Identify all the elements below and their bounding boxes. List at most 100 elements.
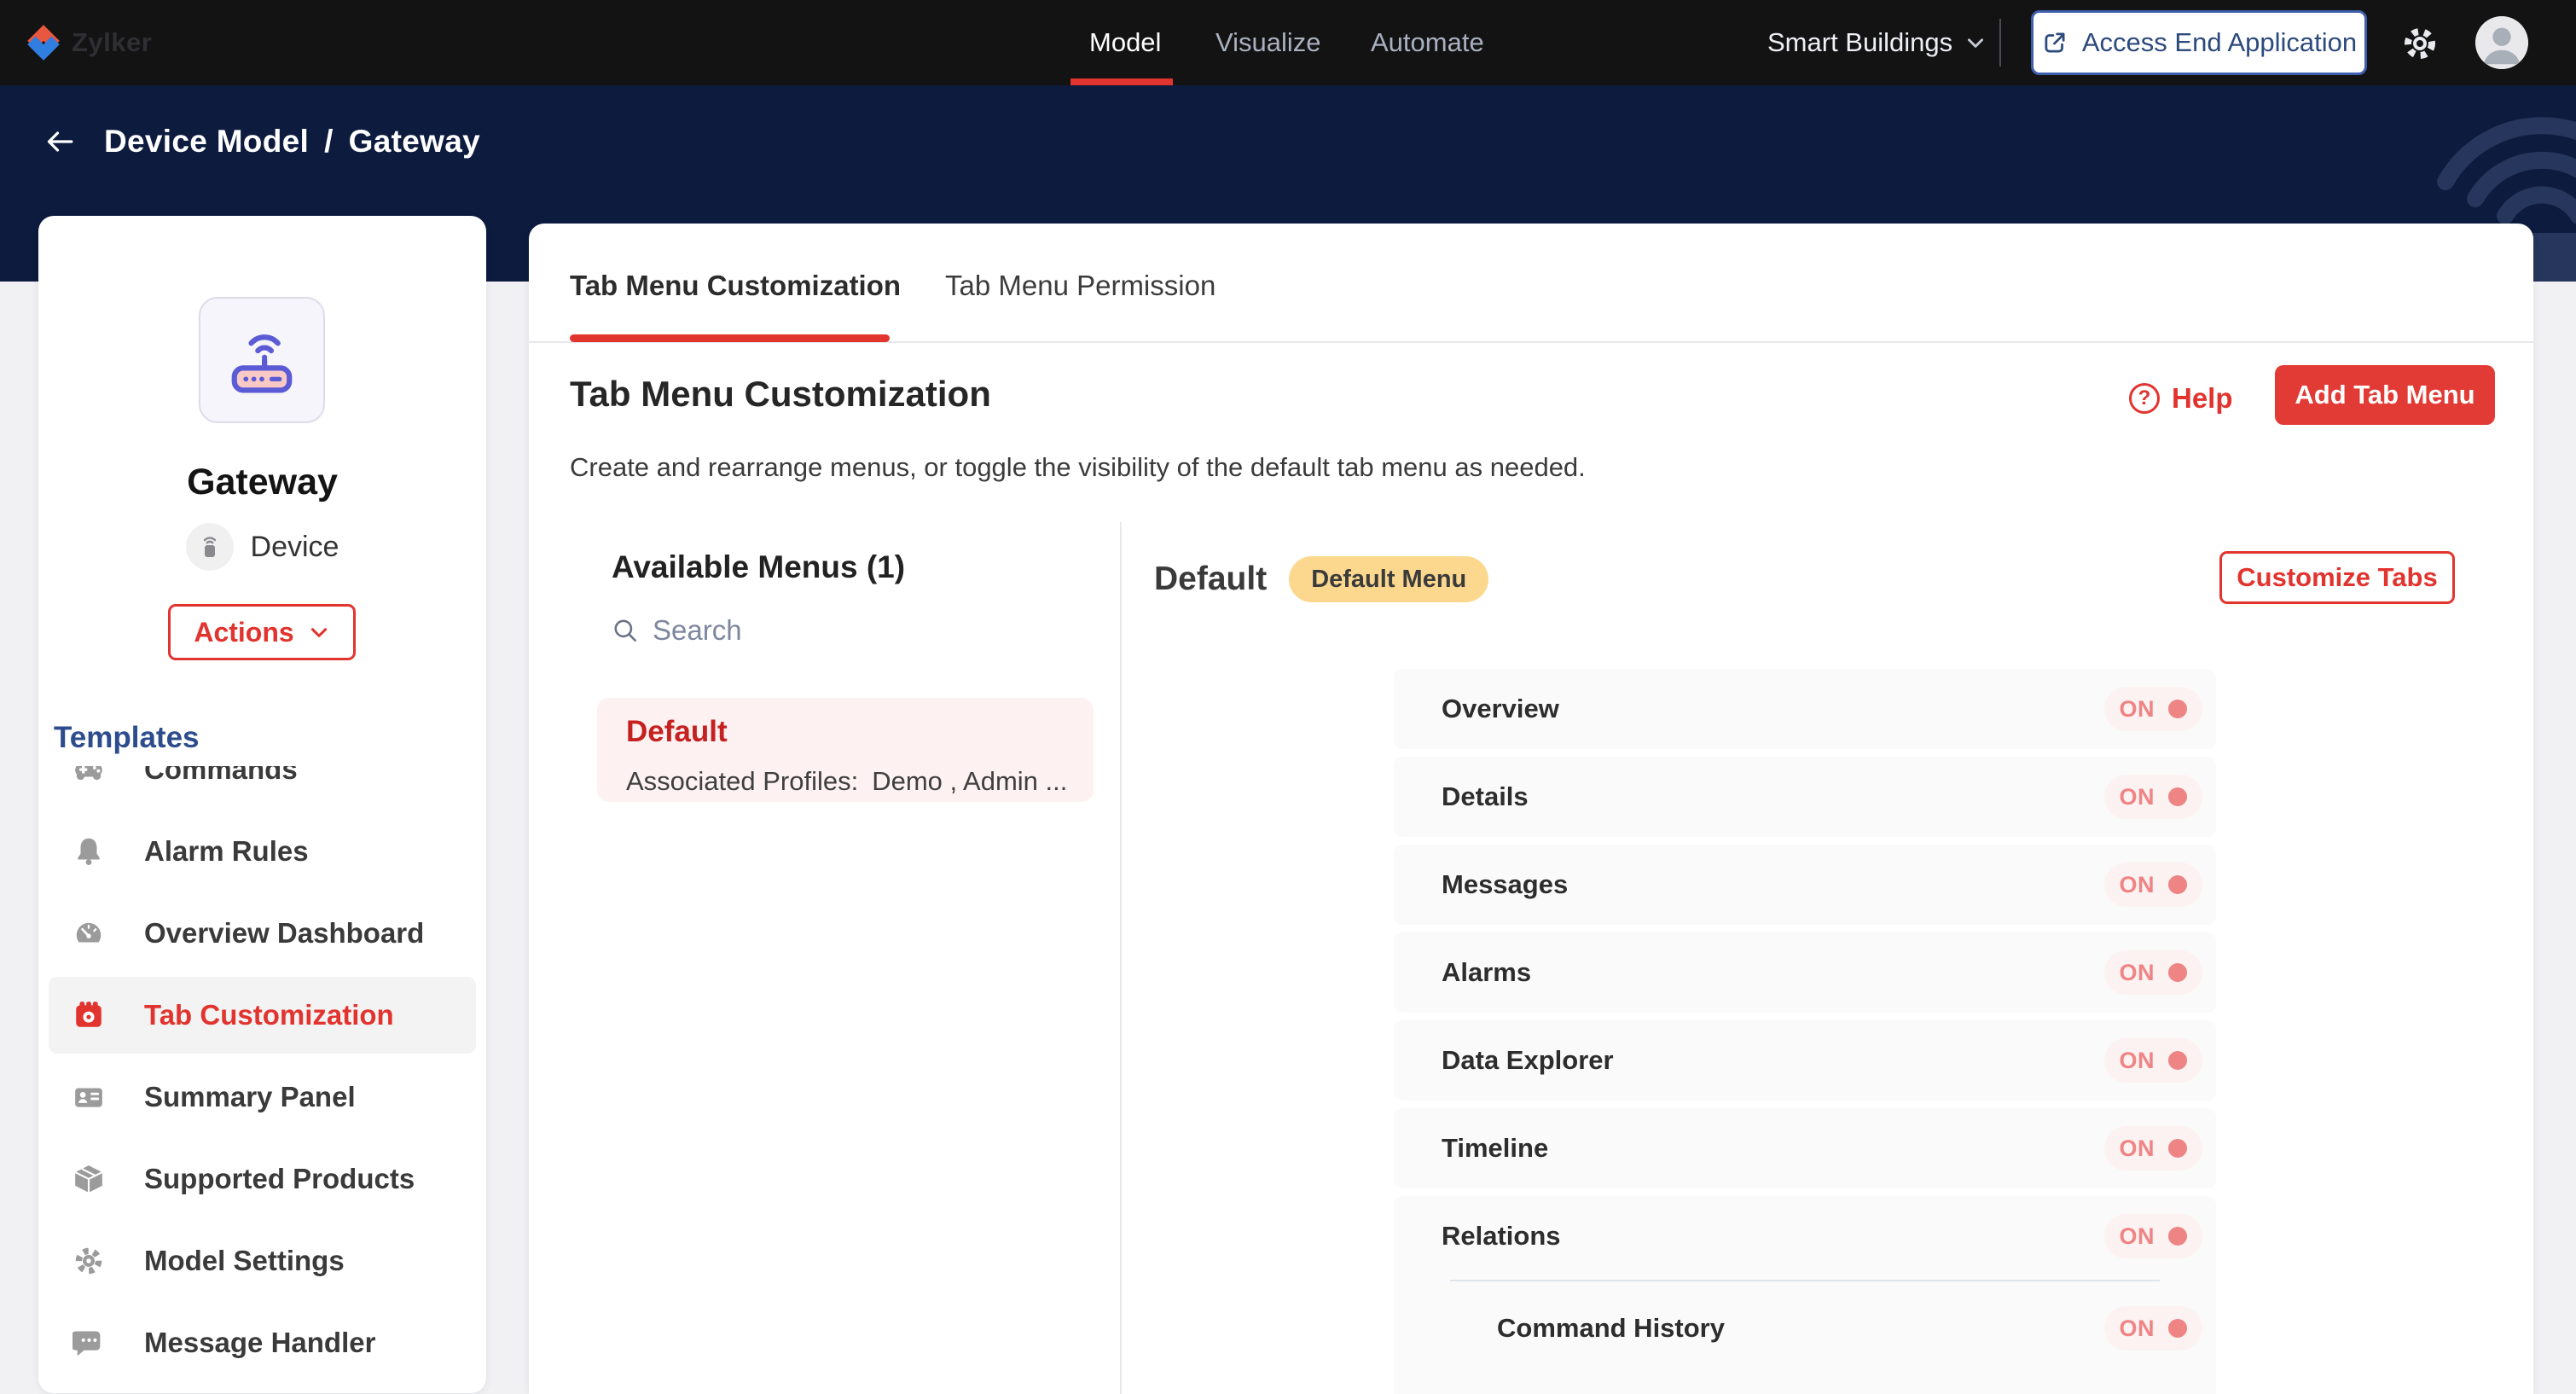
detail-menu-title: Default bbox=[1154, 561, 1267, 598]
model-sidebar-panel: Gateway Device Actions Templates bbox=[38, 216, 486, 1393]
tab-row-overview[interactable]: Overview ON bbox=[1394, 669, 2216, 749]
bell-icon bbox=[73, 835, 105, 868]
model-type-label: Device bbox=[251, 531, 339, 564]
tab-menu-permission-tab[interactable]: Tab Menu Permission bbox=[945, 270, 1215, 302]
help-label: Help bbox=[2172, 382, 2233, 415]
sidebar-item-alarm-rules[interactable]: Alarm Rules bbox=[49, 813, 476, 890]
search-input[interactable] bbox=[653, 614, 977, 647]
tab-row-messages[interactable]: Messages ON bbox=[1394, 845, 2216, 925]
zylker-logo-icon bbox=[24, 23, 63, 62]
visibility-toggle[interactable]: ON bbox=[2104, 950, 2203, 995]
visibility-toggle[interactable]: ON bbox=[2104, 1126, 2203, 1170]
visibility-toggle[interactable]: ON bbox=[2104, 1306, 2203, 1350]
toggle-knob bbox=[2168, 1227, 2187, 1246]
chevron-down-icon bbox=[308, 621, 330, 643]
default-menu-badge: Default Menu bbox=[1289, 556, 1488, 602]
tab-row-relations-group: Relations ON Command History ON bbox=[1394, 1196, 2216, 1394]
relations-child-divider bbox=[1450, 1280, 2160, 1281]
detail-title-row: Default Default Menu bbox=[1154, 556, 1488, 602]
toggle-knob bbox=[2168, 875, 2187, 894]
visibility-toggle[interactable]: ON bbox=[2104, 1038, 2203, 1083]
chat-bubble-icon bbox=[73, 1327, 105, 1359]
panel-divider bbox=[1120, 522, 1122, 1394]
chevron-down-icon bbox=[1964, 32, 1987, 54]
settings-gear-icon[interactable] bbox=[2399, 22, 2441, 65]
topbar-divider bbox=[1999, 19, 2001, 67]
external-link-icon bbox=[2041, 29, 2068, 56]
menu-list-item-default[interactable]: Default Associated Profiles: Demo , Admi… bbox=[597, 698, 1094, 802]
toggle-knob bbox=[2168, 963, 2187, 982]
breadcrumb-segment-device-model[interactable]: Device Model bbox=[104, 124, 309, 160]
search-icon bbox=[612, 617, 639, 644]
tab-customization-icon bbox=[73, 999, 105, 1031]
tab-menu-customization-tab[interactable]: Tab Menu Customization bbox=[570, 270, 901, 302]
gear-icon bbox=[73, 1245, 105, 1277]
profiles-label: Associated Profiles: bbox=[626, 766, 858, 797]
breadcrumb-segment-gateway: Gateway bbox=[349, 124, 480, 160]
package-icon bbox=[73, 1163, 105, 1195]
profiles-value: Demo , Admin ... bbox=[872, 766, 1067, 797]
user-avatar[interactable] bbox=[2475, 16, 2528, 69]
toggle-knob bbox=[2168, 1139, 2187, 1158]
sidebar-item-tab-customization[interactable]: Tab Customization bbox=[49, 977, 476, 1054]
section-description: Create and rearrange menus, or toggle th… bbox=[570, 452, 1586, 483]
visibility-toggle[interactable]: ON bbox=[2104, 863, 2203, 907]
menu-associated-profiles: Associated Profiles: Demo , Admin ... bbox=[626, 766, 1094, 797]
tab-row-data-explorer[interactable]: Data Explorer ON bbox=[1394, 1020, 2216, 1101]
visibility-toggle[interactable]: ON bbox=[2104, 687, 2203, 731]
available-menus-heading: Available Menus (1) bbox=[612, 549, 905, 585]
visibility-toggle[interactable]: ON bbox=[2104, 775, 2203, 819]
tab-customization-panel: Tab Menu Customization Tab Menu Permissi… bbox=[529, 224, 2533, 1394]
active-nav-underline bbox=[1070, 78, 1173, 85]
tab-row-details[interactable]: Details ON bbox=[1394, 757, 2216, 837]
tab-menu-rows: Overview ON Details ON Messages ON Alarm… bbox=[1394, 669, 2216, 1394]
add-tab-menu-button[interactable]: Add Tab Menu bbox=[2275, 365, 2495, 425]
main-tabs-row: Tab Menu Customization Tab Menu Permissi… bbox=[529, 224, 2533, 343]
sidebar-item-message-handler[interactable]: Message Handler bbox=[49, 1304, 476, 1381]
gauge-icon bbox=[73, 917, 105, 950]
toggle-knob bbox=[2168, 1319, 2187, 1338]
visibility-toggle[interactable]: ON bbox=[2104, 1214, 2203, 1258]
model-type-row: Device bbox=[38, 523, 486, 571]
nav-tab-visualize[interactable]: Visualize bbox=[1215, 0, 1321, 85]
actions-label: Actions bbox=[194, 617, 293, 648]
model-name: Gateway bbox=[38, 462, 486, 503]
breadcrumb-separator: / bbox=[324, 124, 334, 160]
tab-row-timeline[interactable]: Timeline ON bbox=[1394, 1108, 2216, 1188]
sidebar-item-supported-products[interactable]: Supported Products bbox=[49, 1141, 476, 1217]
toggle-knob bbox=[2168, 787, 2187, 806]
templates-menu-list: Commands Alarm Rules Over bbox=[38, 766, 486, 1393]
active-tab-underline bbox=[570, 334, 890, 342]
back-arrow-button[interactable] bbox=[41, 123, 78, 160]
customize-tabs-button[interactable]: Customize Tabs bbox=[2219, 551, 2455, 604]
tab-row-command-history[interactable]: Command History ON bbox=[1394, 1288, 2216, 1368]
sidebar-item-summary-panel[interactable]: Summary Panel bbox=[49, 1059, 476, 1136]
top-app-bar: Zylker Model Visualize Automate Smart Bu… bbox=[0, 0, 2576, 85]
nav-tab-automate[interactable]: Automate bbox=[1371, 0, 1484, 85]
templates-heading: Templates bbox=[54, 721, 200, 755]
org-selector-dropdown[interactable]: Smart Buildings bbox=[1767, 0, 1987, 85]
help-link[interactable]: ? Help bbox=[2129, 382, 2233, 415]
menu-name: Default bbox=[626, 715, 1094, 749]
help-icon: ? bbox=[2129, 383, 2160, 414]
sidebar-item-overview-dashboard[interactable]: Overview Dashboard bbox=[49, 895, 476, 972]
model-image-tile bbox=[199, 297, 325, 423]
app-logo[interactable]: Zylker bbox=[24, 0, 152, 85]
tab-row-relations[interactable]: Relations ON bbox=[1394, 1196, 2216, 1276]
access-end-application-label: Access End Application bbox=[2082, 27, 2357, 58]
breadcrumb: Device Model / Gateway bbox=[41, 123, 480, 160]
gamepad-icon bbox=[73, 766, 105, 786]
sidebar-item-model-settings[interactable]: Model Settings bbox=[49, 1223, 476, 1299]
app-logo-text: Zylker bbox=[72, 27, 152, 58]
access-end-application-button[interactable]: Access End Application bbox=[2031, 10, 2367, 75]
toggle-knob bbox=[2168, 700, 2187, 718]
id-card-icon bbox=[73, 1081, 105, 1113]
actions-dropdown-button[interactable]: Actions bbox=[168, 604, 356, 660]
device-icon bbox=[186, 523, 234, 571]
sidebar-item-commands[interactable]: Commands bbox=[49, 766, 476, 808]
nav-tab-model[interactable]: Model bbox=[1089, 0, 1161, 85]
menu-search bbox=[612, 614, 1012, 647]
tab-row-alarms[interactable]: Alarms ON bbox=[1394, 932, 2216, 1013]
router-icon bbox=[218, 316, 306, 404]
org-selector-value: Smart Buildings bbox=[1767, 27, 1952, 58]
